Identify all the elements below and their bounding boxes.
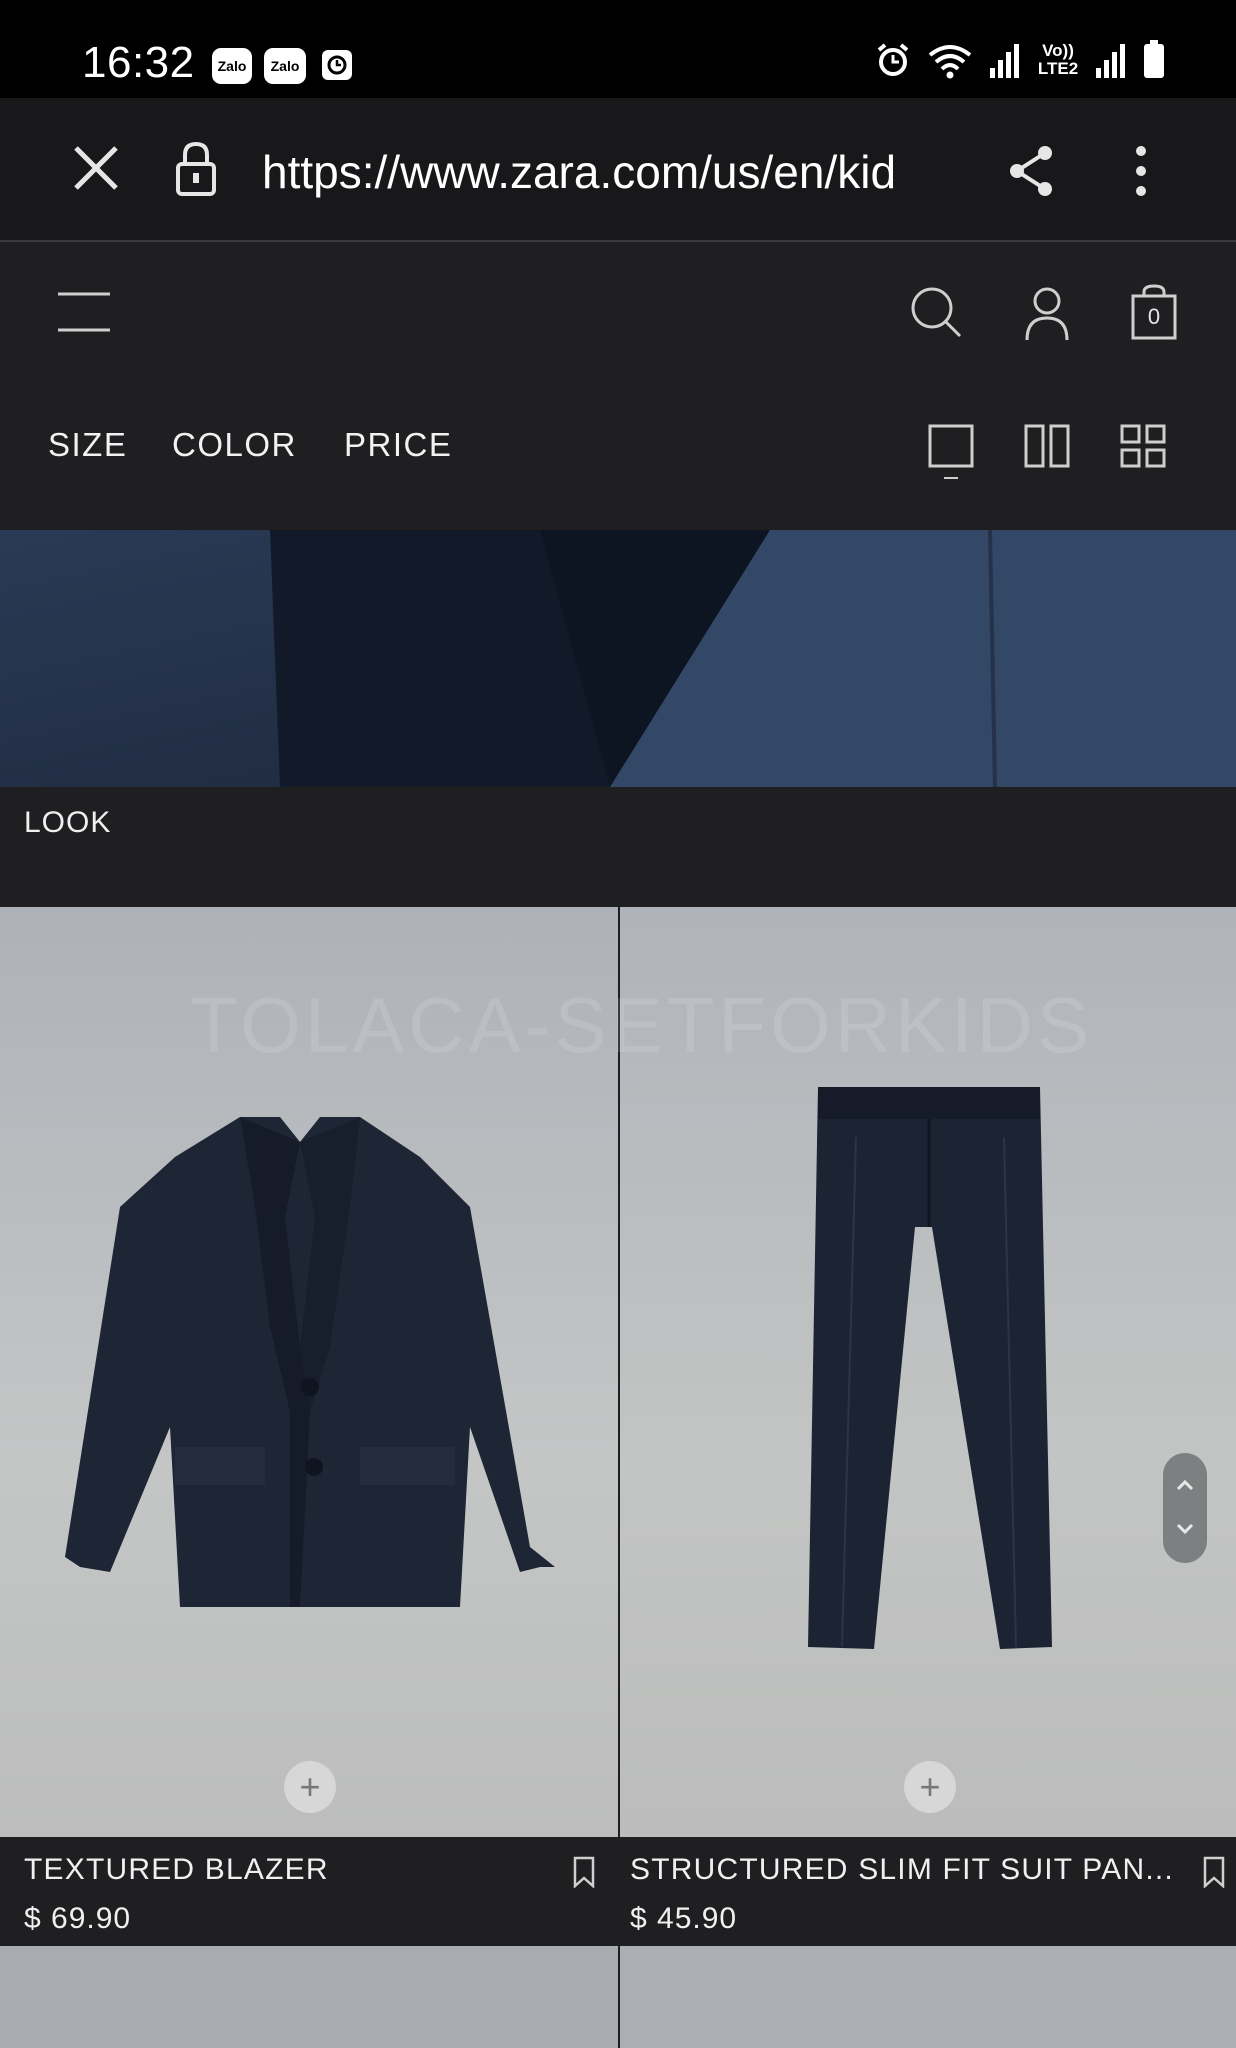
product-price: $ 69.90: [24, 1902, 132, 1935]
battery-icon: [1144, 40, 1164, 78]
product-name[interactable]: STRUCTURED SLIM FIT SUIT PAN...: [630, 1853, 1186, 1887]
view-single-column-icon[interactable]: [928, 424, 974, 485]
signal-icon: [990, 44, 1019, 78]
share-icon[interactable]: [1006, 144, 1056, 203]
plus-icon: +: [299, 1766, 321, 1807]
status-indicators: Vo)) LTE2: [874, 40, 1166, 80]
zalo-notification-icon: Zalo: [212, 48, 252, 84]
status-time: 16:32: [82, 38, 195, 87]
product-image[interactable]: [620, 1946, 1236, 2048]
filter-size[interactable]: SIZE: [48, 426, 127, 464]
lock-icon[interactable]: [174, 140, 218, 203]
watermark-text: TOLACA-SETFORKIDS: [190, 981, 1094, 1069]
more-options-icon[interactable]: [1128, 144, 1154, 203]
filter-color[interactable]: COLOR: [172, 426, 297, 464]
bookmark-icon[interactable]: [572, 1856, 596, 1893]
fast-scroll-handle[interactable]: [1163, 1453, 1207, 1563]
bookmark-icon[interactable]: [1202, 1856, 1226, 1893]
wifi-icon: [928, 45, 972, 79]
look-banner-image[interactable]: [0, 530, 1236, 787]
add-to-cart-button[interactable]: +: [284, 1761, 336, 1813]
clock-app-icon: [322, 50, 352, 80]
network-type-label: Vo)) LTE2: [1037, 41, 1079, 78]
add-to-cart-button[interactable]: +: [904, 1761, 956, 1813]
filter-price[interactable]: PRICE: [344, 426, 452, 464]
alarm-icon: [877, 43, 909, 76]
signal-icon: [1096, 44, 1125, 78]
shopping-bag-button[interactable]: 0: [1130, 284, 1178, 340]
product-name[interactable]: TEXTURED BLAZER: [24, 1853, 329, 1887]
close-tab-icon[interactable]: [70, 142, 122, 199]
menu-icon[interactable]: [56, 288, 112, 341]
search-icon[interactable]: [908, 284, 964, 345]
view-two-columns-icon[interactable]: [1024, 424, 1070, 473]
section-label: LOOK: [24, 806, 112, 839]
cart-count: 0: [1147, 304, 1161, 329]
url-bar[interactable]: https://www.zara.com/us/en/kid: [262, 145, 968, 199]
view-grid-icon[interactable]: [1120, 424, 1166, 473]
account-icon[interactable]: [1024, 286, 1070, 347]
zalo-notification-icon: Zalo: [264, 48, 306, 84]
plus-icon: +: [919, 1766, 941, 1807]
product-image[interactable]: [0, 1946, 618, 2048]
product-price: $ 45.90: [630, 1902, 738, 1935]
